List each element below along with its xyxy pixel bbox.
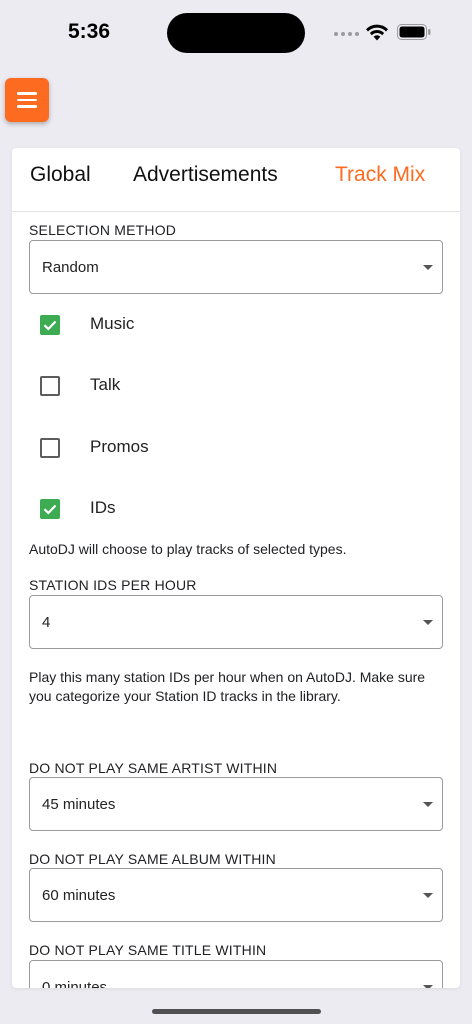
battery-icon bbox=[397, 24, 431, 40]
title-within-label: DO NOT PLAY SAME TITLE WITHIN bbox=[29, 942, 267, 958]
artist-within-value: 45 minutes bbox=[42, 796, 116, 813]
station-ids-value: 4 bbox=[42, 614, 51, 631]
hamburger-icon bbox=[17, 92, 37, 95]
album-within-label: DO NOT PLAY SAME ALBUM WITHIN bbox=[29, 851, 276, 867]
chevron-down-icon bbox=[423, 802, 433, 807]
tab-track-mix[interactable]: Track Mix bbox=[335, 163, 425, 187]
tab-bar: Global Advertisements Track Mix bbox=[12, 148, 460, 212]
talk-label: Talk bbox=[90, 375, 121, 394]
checkbox-row-promos[interactable]: Promos bbox=[29, 428, 443, 468]
tab-global[interactable]: Global bbox=[30, 163, 91, 187]
music-checkbox[interactable] bbox=[40, 315, 60, 335]
checkbox-row-talk[interactable]: Talk bbox=[29, 366, 443, 406]
status-bar: 5:36 bbox=[0, 0, 472, 64]
checkmark-icon bbox=[43, 504, 57, 515]
music-label: Music bbox=[90, 314, 135, 333]
ids-checkbox[interactable] bbox=[40, 499, 60, 519]
checkbox-row-music[interactable]: Music bbox=[29, 305, 443, 345]
home-indicator[interactable] bbox=[152, 1009, 321, 1014]
chevron-down-icon bbox=[423, 985, 433, 988]
artist-within-label: DO NOT PLAY SAME ARTIST WITHIN bbox=[29, 760, 278, 776]
chevron-down-icon bbox=[423, 620, 433, 625]
selection-method-value: Random bbox=[42, 259, 99, 276]
menu-button[interactable] bbox=[5, 78, 49, 122]
promos-label: Promos bbox=[90, 437, 149, 456]
artist-within-select[interactable]: 45 minutes bbox=[29, 777, 443, 831]
title-within-value: 0 minutes bbox=[42, 979, 108, 988]
talk-checkbox[interactable] bbox=[40, 376, 60, 396]
album-within-value: 60 minutes bbox=[42, 887, 116, 904]
ids-label: IDs bbox=[90, 498, 116, 517]
station-ids-help: Play this many station IDs per hour when… bbox=[29, 669, 426, 704]
selection-method-select[interactable]: Random bbox=[29, 240, 443, 294]
tab-advertisements[interactable]: Advertisements bbox=[133, 163, 278, 187]
selection-method-label: SELECTION METHOD bbox=[29, 222, 177, 238]
station-ids-label: STATION IDS PER HOUR bbox=[29, 577, 197, 593]
chevron-down-icon bbox=[423, 893, 433, 898]
cellular-signal-icon bbox=[334, 32, 359, 36]
checkmark-icon bbox=[43, 320, 57, 331]
chevron-down-icon bbox=[423, 265, 433, 270]
checkbox-row-ids[interactable]: IDs bbox=[29, 489, 443, 529]
title-within-select[interactable]: 0 minutes bbox=[29, 960, 443, 988]
track-types-help: AutoDJ will choose to play tracks of sel… bbox=[29, 541, 347, 557]
album-within-select[interactable]: 60 minutes bbox=[29, 868, 443, 922]
promos-checkbox[interactable] bbox=[40, 438, 60, 458]
dynamic-island bbox=[167, 13, 305, 53]
station-ids-select[interactable]: 4 bbox=[29, 595, 443, 649]
wifi-icon bbox=[366, 24, 388, 41]
status-time: 5:36 bbox=[68, 20, 111, 43]
settings-card: Global Advertisements Track Mix SELECTIO… bbox=[12, 148, 460, 988]
